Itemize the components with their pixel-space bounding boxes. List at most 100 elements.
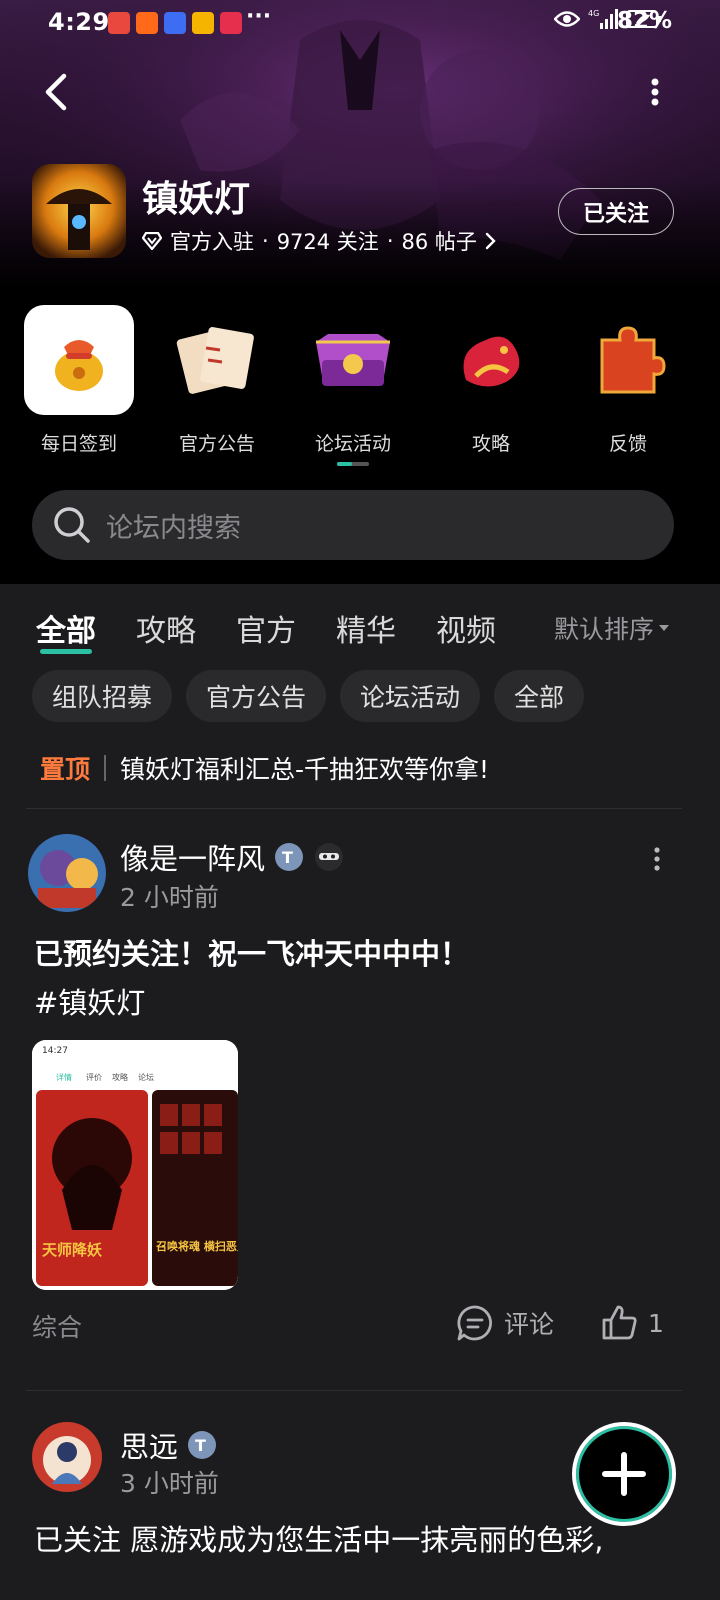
avatar-image: [32, 1422, 102, 1492]
quick-link-label: 每日签到: [40, 433, 117, 455]
app-notification-icon: [108, 12, 130, 34]
game-icon[interactable]: [32, 164, 126, 258]
network-type-text: 4G: [588, 9, 599, 18]
taobao-notification-icon: [136, 12, 158, 34]
thumb-tab: 论坛: [138, 1072, 154, 1082]
battery-percent: 82%: [617, 8, 673, 34]
tab-guides[interactable]: 攻略: [136, 606, 196, 650]
post-author[interactable]: 思远 T: [120, 1424, 218, 1466]
thumb-tab: 评价: [86, 1073, 102, 1082]
chevron-left-icon: [45, 73, 67, 111]
svg-text:T: T: [195, 1436, 206, 1455]
plus-icon: [602, 1452, 646, 1496]
comment-button[interactable]: 评论: [456, 1304, 554, 1342]
chip-team-recruit[interactable]: 组队招募: [32, 670, 173, 722]
quick-link-guides[interactable]: 攻略: [436, 305, 546, 456]
quick-link-daily-checkin[interactable]: 每日签到: [24, 305, 134, 456]
feed-tabs: 全部 攻略 官方 精华 视频: [36, 606, 496, 654]
post-body: 已关注 愿游戏成为您生活中一抹亮丽的色彩,: [34, 1523, 604, 1557]
meta-separator: ·: [386, 229, 394, 253]
search-input[interactable]: 论坛内搜索: [32, 490, 674, 560]
quick-link-forum-events[interactable]: 论坛活动: [298, 305, 408, 456]
filter-chips: 组队招募 官方公告 论坛活动 全部: [32, 670, 585, 722]
quick-link-label: 论坛活动: [314, 433, 391, 455]
more-options-button[interactable]: [640, 72, 670, 112]
level-badge-icon: T: [188, 1431, 217, 1459]
thumb-tab: 攻略: [112, 1072, 128, 1082]
notification-icons: [108, 12, 242, 34]
tab-all[interactable]: 全部: [36, 606, 96, 654]
diamond-icon: [142, 232, 162, 250]
chevron-right-icon: [485, 232, 496, 250]
post-time: 2 小时前: [120, 883, 219, 912]
thumb-time: 14:27: [42, 1046, 68, 1056]
post-category: 综合: [32, 1313, 83, 1342]
avatar[interactable]: [32, 1422, 102, 1492]
quick-link-official-notice[interactable]: 官方公告: [162, 305, 272, 456]
forum-content: 全部 攻略 官方 精华 视频 默认排序 组队招募 官方公告 论坛活动 全部 置顶…: [0, 584, 720, 1600]
gift-notification-icon: [220, 12, 242, 34]
post-image[interactable]: 14:27 详情 评价 攻略 论坛 天师降妖 召唤将魂 横扫恶鬼: [32, 1040, 238, 1290]
sort-dropdown[interactable]: 默认排序: [554, 610, 670, 646]
svg-text:T: T: [282, 848, 293, 867]
ninja-badge-icon: [315, 843, 344, 871]
thumbs-up-icon: [602, 1305, 637, 1340]
author-name: 思远: [120, 1430, 179, 1464]
chip-forum-events[interactable]: 论坛活动: [340, 670, 481, 722]
tab-official[interactable]: 官方: [236, 606, 296, 650]
thumb-banner-right: 召唤将魂 横扫恶鬼: [156, 1239, 238, 1253]
chip-all[interactable]: 全部: [494, 670, 585, 722]
tab-video[interactable]: 视频: [436, 606, 496, 650]
quick-link-feedback[interactable]: 反馈: [573, 305, 683, 456]
pinned-tag: 置顶: [40, 755, 91, 784]
divider: [26, 1390, 682, 1391]
screenshot-thumbnail: 14:27 详情 评价 攻略 论坛 天师降妖 召唤将魂 横扫恶鬼: [32, 1040, 238, 1290]
posts-count: 86 帖子: [401, 230, 477, 254]
avatar[interactable]: [28, 834, 106, 912]
game-meta[interactable]: 官方入驻 · 9724 关注 · 86 帖子: [142, 226, 497, 256]
thumb-banner-left: 天师降妖: [42, 1241, 102, 1259]
more-vertical-icon: [651, 78, 659, 106]
like-button[interactable]: 1: [600, 1304, 664, 1342]
search-placeholder: 论坛内搜索: [106, 512, 241, 544]
avatar-image: [28, 834, 106, 912]
quick-link-label: 官方公告: [178, 433, 255, 455]
chip-official-notice[interactable]: 官方公告: [186, 670, 327, 722]
quick-links-page-indicator: [337, 462, 369, 466]
comment-icon: [457, 1305, 492, 1341]
back-button[interactable]: [36, 70, 76, 114]
puzzle-piece-icon: [573, 305, 683, 415]
more-notifications-icon: ···: [246, 4, 272, 29]
game-logo-image: [32, 164, 126, 258]
meta-separator: ·: [262, 229, 269, 253]
pinned-post[interactable]: 置顶 镇妖灯福利汇总-千抽狂欢等你拿!: [40, 750, 489, 786]
tab-featured[interactable]: 精华: [336, 606, 396, 650]
status-bar: 4:29 ··· 4G 82%: [0, 0, 720, 46]
official-badge: 官方入驻: [170, 230, 254, 254]
like-count: 1: [648, 1308, 664, 1338]
sort-label: 默认排序: [554, 615, 655, 644]
post-hashtag[interactable]: #镇妖灯: [34, 980, 145, 1022]
comment-label: 评论: [504, 1310, 555, 1339]
gift-bag-icon: [24, 305, 134, 415]
mail-notification-icon: [192, 12, 214, 34]
level-badge-icon: T: [275, 843, 304, 871]
post-more-icon[interactable]: [652, 846, 662, 872]
followers-count: 9724 关注: [276, 230, 379, 254]
quick-link-label: 反馈: [608, 433, 647, 455]
quick-link-label: 攻略: [471, 433, 510, 455]
forum-header: 4:29 ··· 4G 82% 镇妖灯 官方入驻 · 9724 关注 · 86 …: [0, 0, 720, 596]
follow-button[interactable]: 已关注: [558, 188, 674, 235]
author-name: 像是一阵风: [120, 842, 266, 876]
eye-icon: [554, 11, 580, 27]
create-post-button[interactable]: [572, 1422, 676, 1526]
search-icon: [54, 507, 90, 543]
post-body: 已预约关注！祝一飞冲天中中中！: [34, 937, 470, 971]
status-time: 4:29: [48, 8, 110, 36]
thumb-tab: 详情: [56, 1072, 72, 1082]
signal-icon: 4G: [588, 9, 618, 29]
post-author[interactable]: 像是一阵风 T: [120, 836, 345, 878]
treasure-chest-icon: [298, 305, 408, 415]
post-time: 3 小时前: [120, 1469, 219, 1498]
dragon-icon: [436, 305, 546, 415]
